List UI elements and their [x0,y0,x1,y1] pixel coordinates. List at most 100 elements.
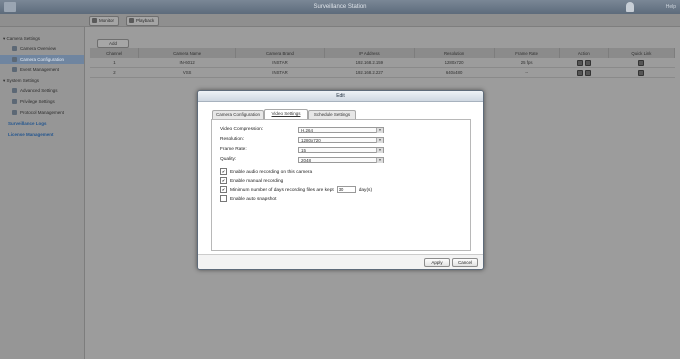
sidebar-item-system-settings[interactable]: ▾ System Settings [3,76,39,85]
dialog-footer: Apply Cancel [198,254,483,269]
sidebar-item-camera-overview[interactable]: Camera Overview [12,44,56,53]
cell-channel: 2 [90,67,139,78]
edit-icon[interactable] [576,59,583,66]
monitor-button[interactable]: Monitor [89,16,120,26]
chevron-down-icon: ▼ [376,138,383,143]
apply-button[interactable]: Apply [424,258,450,267]
video-settings-panel: Video Compression: H.264 ▼ Resolution: 1… [211,119,471,251]
add-camera-button[interactable]: Add [97,39,129,48]
playback-button[interactable]: Playback [126,16,160,26]
quality-value: 2048 [301,158,312,163]
protocol-icon [12,110,17,116]
days-input[interactable]: 30 [336,186,356,193]
help-link[interactable]: Help [666,0,676,14]
home-icon[interactable] [4,2,16,12]
cell-ip-address: 192.168.2.159 [324,58,415,68]
quality-select[interactable]: 2048 ▼ [298,157,384,163]
sidebar-item-label: Camera Configuration [20,57,65,62]
sidebar-item-advanced-settings[interactable]: Advanced Settings [12,86,58,95]
compression-select[interactable]: H.264 ▼ [298,127,384,133]
monitor-button-label: Monitor [99,18,115,23]
chevron-down-icon: ▼ [376,148,383,153]
cell-action [559,58,609,68]
tab-video-settings[interactable]: Video Settings [264,109,308,119]
sidebar-item-label: System Settings [6,78,40,83]
dialog-title: Edit [198,91,483,102]
cell-camera-brand: INSTAR [235,67,325,78]
sidebar-item-camera-configuration[interactable]: Camera Configuration [0,55,84,64]
quality-label: Quality: [220,157,237,162]
framerate-select[interactable]: 15 ▼ [298,147,384,153]
compression-value: H.264 [301,128,314,133]
checkbox-empty [220,195,227,202]
sidebar-item-surveillance-logs[interactable]: Surveillance Logs [8,119,47,128]
audio-recording-checkbox[interactable]: ✔ Enable audio recording on this camera [220,168,312,175]
delete-icon[interactable] [584,69,591,76]
sidebar-item-label: Camera Settings [6,36,41,41]
sidebar-item-label: Advanced Settings [20,88,58,93]
app-title: Surveillance Station [313,4,367,10]
min-days-checkbox[interactable]: ✔ Minimum number of days recording files … [220,186,372,193]
column-header[interactable]: Camera Brand [235,48,326,58]
checkmark-icon: ✔ [220,186,227,193]
sidebar-item-camera-settings[interactable]: ▾ Camera Settings [3,34,40,43]
sidebar-item-license-management[interactable]: License Management [8,130,54,139]
sidebar-item-label: Surveillance Logs [8,121,47,126]
cell-resolution: 640x480 [414,67,495,78]
manual-recording-checkbox[interactable]: ✔ Enable manual recording [220,177,283,184]
framerate-label: Frame Rate: [220,147,247,152]
playback-button-label: Playback [136,18,155,23]
tab-schedule-settings[interactable]: Schedule Settings [308,110,356,119]
auto-snapshot-checkbox[interactable]: Enable auto snapshot [220,195,276,202]
cell-channel: 1 [90,58,139,68]
column-header[interactable]: Frame Rate [494,48,560,58]
table-row[interactable]: 2 VSS INSTAR 192.168.2.227 640x480 -- [90,67,675,78]
min-days-label: Minimum number of days recording files a… [230,187,334,193]
days-unit: day(s) [358,187,373,193]
sidebar-item-label: Protocol Management [20,110,65,115]
toolbar: Monitor Playback [0,14,680,27]
manual-recording-label: Enable manual recording [230,178,284,184]
column-header[interactable]: Quick Link [608,48,676,58]
sidebar-item-event-management[interactable]: Event Management [12,65,59,74]
edit-dialog: Edit Camera Configuration Video Settings… [197,90,484,270]
user-icon[interactable] [626,2,634,12]
delete-icon[interactable] [584,59,591,66]
audio-recording-label: Enable audio recording on this camera [230,169,313,175]
cell-frame-rate: -- [494,67,560,78]
sidebar-item-label: License Management [8,132,54,137]
monitor-icon [92,18,97,23]
cell-camera-brand: INSTAR [235,58,325,68]
column-header[interactable]: Channel [90,48,140,58]
event-icon [12,67,17,73]
sidebar-item-protocol-management[interactable]: Protocol Management [12,108,64,117]
cell-quick-link [608,58,675,68]
table-row[interactable]: 1 IN-6012 INSTAR 192.168.2.159 1280x720 … [90,58,675,68]
cell-ip-address: 192.168.2.227 [324,67,415,78]
column-header[interactable]: Camera Name [138,48,236,58]
column-header[interactable]: Resolution [414,48,495,58]
camera-table: Channel Camera Name Camera Brand IP Addr… [90,48,676,78]
sidebar-item-privilege-settings[interactable]: Privilege Settings [12,97,55,106]
sidebar: ▾ Camera Settings Camera Overview Camera… [0,27,85,359]
user-icon [12,99,17,105]
column-header[interactable]: Action [559,48,609,58]
column-header[interactable]: IP Address [324,48,415,58]
cell-resolution: 1280x720 [414,58,495,68]
checkmark-icon: ✔ [220,177,227,184]
playback-icon [129,18,134,23]
edit-icon[interactable] [576,69,583,76]
cancel-button[interactable]: Cancel [452,258,478,267]
quick-link-icon[interactable] [638,59,645,66]
chevron-down-icon: ▼ [376,158,383,163]
resolution-select[interactable]: 1280x720 ▼ [298,137,384,143]
sidebar-item-label: Privilege Settings [20,99,55,104]
cell-action [559,67,609,78]
cell-frame-rate: 25 fps [494,58,560,68]
title-bar: Surveillance Station Help [0,0,680,14]
checkmark-icon: ✔ [220,168,227,175]
sidebar-item-label: Event Management [20,67,60,72]
quick-link-icon[interactable] [638,69,645,76]
tab-camera-configuration[interactable]: Camera Configuration [212,110,264,119]
resolution-label: Resolution: [220,137,244,142]
